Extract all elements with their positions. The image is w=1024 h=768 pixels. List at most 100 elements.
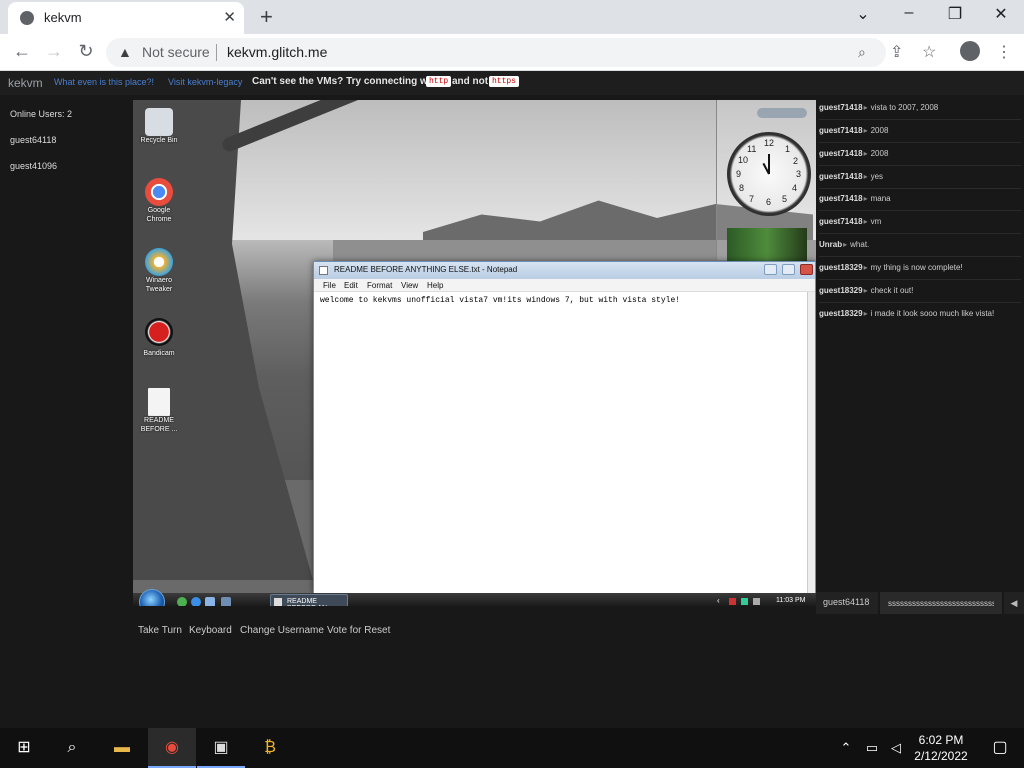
security-label[interactable]: Not secure: [142, 44, 210, 60]
notepad-titlebar[interactable]: README BEFORE ANYTHING ELSE.txt - Notepa…: [314, 262, 815, 279]
tray-chevron-icon[interactable]: ⌃: [834, 728, 858, 768]
chat-message: Unrab▸ what.: [819, 237, 1021, 257]
system-date: 2/12/2022: [914, 749, 968, 763]
system-clock[interactable]: 6:02 PM 2/12/2022: [908, 732, 974, 764]
about-link[interactable]: What even is this place?!: [54, 77, 154, 87]
online-user[interactable]: guest41096: [10, 161, 57, 171]
bandicam-icon: [145, 318, 173, 346]
http-code: http: [426, 76, 452, 87]
online-user[interactable]: guest64118: [10, 135, 56, 145]
site-brand[interactable]: kekvm: [8, 76, 43, 90]
tray-network-icon[interactable]: [741, 598, 748, 605]
tab-search-icon[interactable]: ⌄: [848, 4, 878, 24]
menu-edit[interactable]: Edit: [344, 281, 358, 290]
notepad-small-icon: [274, 598, 282, 606]
system-time: 6:02 PM: [918, 733, 964, 747]
network-icon[interactable]: ▭: [860, 728, 884, 768]
clock-number: 8: [739, 183, 745, 193]
divider: [216, 44, 217, 61]
browser-tab[interactable]: kekvm ✕: [8, 2, 244, 34]
reload-icon[interactable]: ↻: [74, 41, 98, 62]
clock-number: 1: [785, 144, 791, 154]
quicklaunch-switch-icon[interactable]: [221, 597, 231, 606]
notepad-maximize-button[interactable]: [782, 264, 795, 275]
back-icon[interactable]: ←: [10, 41, 34, 62]
menu-format[interactable]: Format: [367, 281, 392, 290]
tray-expand-icon[interactable]: ‹: [717, 596, 724, 605]
notepad-minimize-button[interactable]: [764, 264, 777, 275]
notepad-text-area[interactable]: welcome to kekvms unofficial vista7 vm!i…: [320, 296, 680, 305]
close-window-button[interactable]: ✕: [986, 4, 1016, 24]
clock-number: 5: [782, 194, 788, 204]
browser-toolbar: ← → ↻ ▲ Not secure kekvm.glitch.me ⌕ ⇪ ☆…: [0, 34, 1024, 71]
clock-number: 7: [749, 194, 755, 204]
new-tab-button[interactable]: +: [260, 4, 273, 30]
chat-message: guest71418▸ 2008: [819, 146, 1021, 166]
url-text[interactable]: kekvm.glitch.me: [227, 44, 327, 60]
quicklaunch-ie-icon[interactable]: [191, 597, 201, 606]
notepad-scrollbar[interactable]: [807, 292, 815, 593]
take-turn-button[interactable]: Take Turn: [138, 625, 182, 636]
notice-and-not: and not: [452, 76, 489, 87]
forward-icon[interactable]: →: [42, 41, 66, 62]
windows-start-icon[interactable]: ⊞: [0, 728, 48, 768]
vote-for-reset-button[interactable]: Vote for Reset: [327, 625, 390, 636]
address-bar[interactable]: ▲ Not secure kekvm.glitch.me ⌕: [106, 38, 886, 67]
profile-avatar[interactable]: [960, 41, 980, 61]
clock-number: 12: [764, 138, 775, 148]
menu-icon[interactable]: ⋮: [996, 42, 1012, 62]
tab-title: kekvm: [44, 10, 82, 25]
volume-icon[interactable]: ◁: [884, 728, 908, 768]
zoom-icon[interactable]: ⌕: [858, 44, 866, 61]
chat-message: guest18329▸ i made it look sooo much like…: [819, 309, 995, 318]
game-app-icon[interactable]: ▣: [197, 728, 245, 768]
menu-file[interactable]: File: [323, 281, 336, 290]
chat-message: guest71418▸ vm: [819, 214, 1021, 234]
page: kekvm What even is this place?! Visit ke…: [0, 71, 1024, 728]
chrome-icon: [145, 178, 173, 206]
quicklaunch-desktop-icon[interactable]: [205, 597, 215, 606]
clock-number: 10: [738, 155, 749, 165]
desktop-icon-recycle-bin[interactable]: Recycle Bin: [139, 108, 179, 145]
keyboard-button[interactable]: Keyboard: [189, 625, 232, 636]
vm-screen[interactable]: Recycle Bin Google Chrome Winaero Tweake…: [133, 100, 816, 606]
star-icon[interactable]: ☆: [922, 42, 936, 62]
close-tab-icon[interactable]: ✕: [223, 8, 236, 26]
file-explorer-icon[interactable]: ▬: [98, 728, 146, 768]
tab-strip: kekvm ✕ + ⌄ – ❐ ✕: [0, 0, 1024, 34]
warning-icon[interactable]: ▲: [118, 44, 132, 60]
slideshow-gadget[interactable]: [727, 228, 807, 263]
minimize-button[interactable]: –: [894, 4, 924, 22]
tray-security-icon[interactable]: [729, 598, 736, 605]
desktop-icon-chrome[interactable]: Google Chrome: [139, 178, 179, 224]
https-code: https: [489, 76, 520, 87]
chat-panel: guest71418▸ vista to 2007, 2008 guest7141…: [816, 100, 1024, 606]
notepad-close-button[interactable]: [800, 264, 813, 275]
vm-taskbar-notepad-item[interactable]: README BEFORE AN...: [270, 594, 348, 606]
change-username-button[interactable]: Change Username: [240, 625, 324, 636]
vm-clock[interactable]: 11:03 PM: [776, 597, 805, 604]
send-icon[interactable]: ◀: [1004, 592, 1024, 614]
notepad-window[interactable]: README BEFORE ANYTHING ELSE.txt - Notepa…: [313, 261, 816, 594]
desktop-icon-winaero[interactable]: Winaero Tweaker: [139, 248, 179, 294]
connection-notice: Can't see the VMs? Try connecting with: [252, 76, 440, 87]
tray-volume-icon[interactable]: [753, 598, 760, 605]
share-icon[interactable]: ⇪: [890, 42, 903, 62]
notepad-menubar: File Edit Format View Help: [314, 279, 815, 292]
menu-help[interactable]: Help: [427, 281, 443, 290]
notification-icon[interactable]: ▢: [976, 728, 1024, 768]
sidebar-controls[interactable]: [757, 108, 807, 118]
legacy-link[interactable]: Visit kekvm-legacy: [168, 77, 242, 87]
desktop-icon-readme[interactable]: README BEFORE ...: [139, 388, 179, 434]
desktop-icon-bandicam[interactable]: Bandicam: [139, 318, 179, 358]
menu-view[interactable]: View: [401, 281, 418, 290]
bitcoin-app-icon[interactable]: ₿: [246, 728, 294, 768]
clock-gadget[interactable]: 12 1 2 3 4 5 6 7 8 9 10 11: [727, 132, 811, 216]
restore-button[interactable]: ❐: [940, 4, 970, 24]
quicklaunch-chrome-icon[interactable]: [177, 597, 187, 606]
chrome-taskbar-icon[interactable]: ◉: [148, 728, 196, 768]
chat-message: guest71418▸ vista to 2007, 2008: [819, 100, 1021, 120]
text-file-icon: [148, 388, 170, 416]
search-icon[interactable]: ⌕: [48, 728, 96, 768]
chat-input[interactable]: [880, 592, 1002, 614]
